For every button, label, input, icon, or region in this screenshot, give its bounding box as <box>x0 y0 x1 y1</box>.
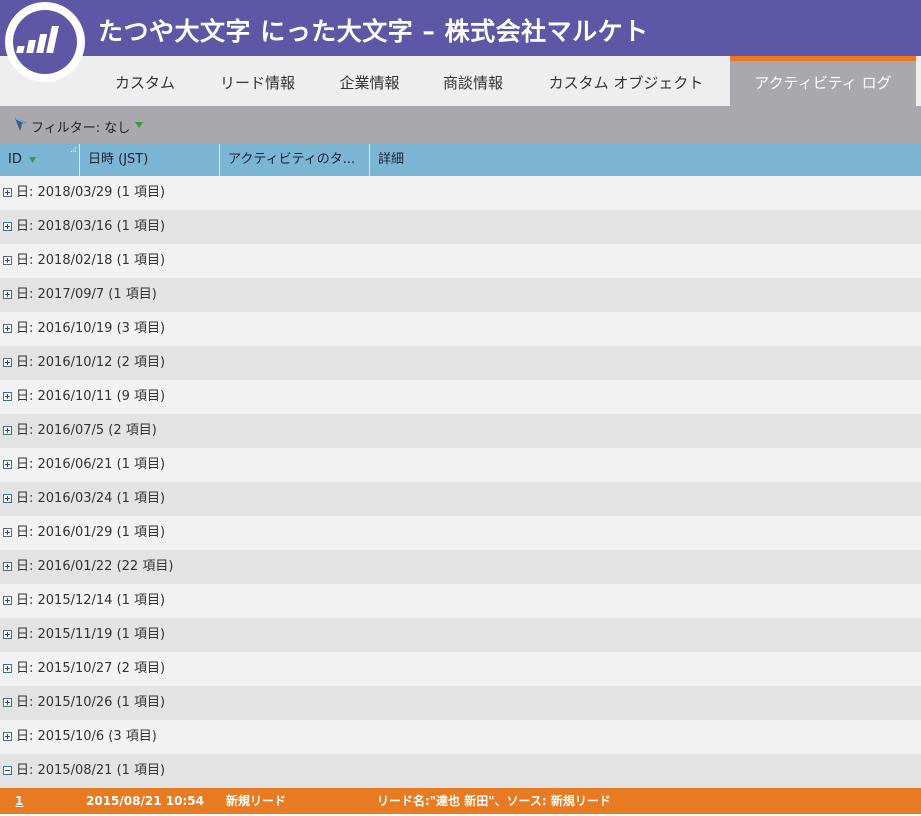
column-header-id[interactable]: ID <box>0 144 79 176</box>
group-label: 日: 2016/10/12 (2 項目) <box>16 355 166 370</box>
expand-icon[interactable] <box>3 630 12 639</box>
group-row[interactable]: 日: 2016/01/22 (22 項目) <box>0 550 921 584</box>
collapse-icon[interactable] <box>3 766 12 775</box>
group-row[interactable]: 日: 2018/02/18 (1 項目) <box>0 244 921 278</box>
group-row[interactable]: 日: 2015/11/19 (1 項目) <box>0 618 921 652</box>
group-label: 日: 2015/11/19 (1 項目) <box>16 627 166 642</box>
tab-company-info[interactable]: 企業情報 <box>322 56 417 106</box>
expand-icon[interactable] <box>3 562 12 571</box>
group-row[interactable]: 日: 2015/10/26 (1 項目) <box>0 686 921 720</box>
group-row[interactable]: 日: 2016/07/5 (2 項目) <box>0 414 921 448</box>
activity-id-link[interactable]: 1 <box>15 788 23 814</box>
group-row[interactable]: 日: 2015/10/27 (2 項目) <box>0 652 921 686</box>
group-label: 日: 2018/03/16 (1 項目) <box>16 219 166 234</box>
group-row[interactable]: 日: 2015/10/6 (3 項目) <box>0 720 921 754</box>
group-label: 日: 2017/09/7 (1 項目) <box>16 287 157 302</box>
tab-opportunity-info[interactable]: 商談情報 <box>428 56 518 106</box>
expand-icon[interactable] <box>3 494 12 503</box>
marketo-logo <box>5 2 85 82</box>
group-row[interactable]: 日: 2016/06/21 (1 項目) <box>0 448 921 482</box>
group-row[interactable]: 日: 2016/10/19 (3 項目) <box>0 312 921 346</box>
group-label: 日: 2015/08/21 (1 項目) <box>16 763 166 778</box>
group-row[interactable]: 日: 2016/01/29 (1 項目) <box>0 516 921 550</box>
group-row[interactable]: 日: 2018/03/29 (1 項目) <box>0 176 921 210</box>
tab-custom-object[interactable]: カスタム オブジェクト <box>530 56 722 106</box>
group-label: 日: 2015/10/26 (1 項目) <box>16 695 166 710</box>
expand-icon[interactable] <box>3 698 12 707</box>
expand-icon[interactable] <box>3 426 12 435</box>
expand-icon[interactable] <box>3 596 12 605</box>
expand-icon[interactable] <box>3 290 12 299</box>
expand-icon[interactable] <box>3 324 12 333</box>
expand-icon[interactable] <box>3 460 12 469</box>
tab-custom[interactable]: カスタム <box>100 56 190 106</box>
expand-icon[interactable] <box>3 188 12 197</box>
group-row[interactable]: 日: 2016/10/11 (9 項目) <box>0 380 921 414</box>
expand-icon[interactable] <box>3 664 12 673</box>
group-label: 日: 2016/10/11 (9 項目) <box>16 389 166 404</box>
column-header-activity-type[interactable]: アクティビティのタ... <box>219 144 369 176</box>
expand-icon[interactable] <box>3 222 12 231</box>
activity-type: 新規リード <box>226 794 287 808</box>
group-label: 日: 2015/10/27 (2 項目) <box>16 661 166 676</box>
column-resize-handle-icon[interactable] <box>69 147 77 155</box>
group-label: 日: 2016/07/5 (2 項目) <box>16 423 157 438</box>
group-row[interactable]: 日: 2016/10/12 (2 項目) <box>0 346 921 380</box>
expand-icon[interactable] <box>3 392 12 401</box>
group-row[interactable]: 日: 2016/03/24 (1 項目) <box>0 482 921 516</box>
group-label: 日: 2016/10/19 (3 項目) <box>16 321 166 336</box>
chevron-down-icon[interactable] <box>135 122 143 129</box>
group-label: 日: 2016/01/29 (1 項目) <box>16 525 166 540</box>
sort-down-icon[interactable] <box>29 156 36 163</box>
expand-icon[interactable] <box>3 528 12 537</box>
column-header-label: ID <box>8 152 22 167</box>
group-label: 日: 2015/12/14 (1 項目) <box>16 593 166 608</box>
filter-bar: フィルター: なし <box>0 106 921 144</box>
column-header-details[interactable]: 詳細 <box>369 144 921 176</box>
tab-activity-log[interactable]: アクティビティ ログ <box>730 56 916 106</box>
group-row-expanded[interactable]: 日: 2015/08/21 (1 項目) <box>0 754 921 788</box>
group-label: 日: 2016/03/24 (1 項目) <box>16 491 166 506</box>
tab-bar: カスタム リード情報 企業情報 商談情報 カスタム オブジェクト アクティビティ… <box>0 56 921 106</box>
group-row[interactable]: 日: 2015/12/14 (1 項目) <box>0 584 921 618</box>
logo-bars-icon <box>16 26 59 53</box>
page-title: たつや大文字 にった大文字 – 株式会社マルケト <box>98 17 649 46</box>
activity-row-selected[interactable]: 1 2015/08/21 10:54 新規リード リード名:"達也 新田"、ソー… <box>0 788 921 814</box>
expand-icon[interactable] <box>3 732 12 741</box>
group-label: 日: 2015/10/6 (3 項目) <box>16 729 157 744</box>
group-label: 日: 2018/03/29 (1 項目) <box>16 185 166 200</box>
app-header: たつや大文字 にった大文字 – 株式会社マルケト <box>0 0 921 56</box>
filter-funnel-icon[interactable] <box>13 117 29 133</box>
expand-icon[interactable] <box>3 358 12 367</box>
table-header: ID 日時 (JST) アクティビティのタ... 詳細 <box>0 144 921 176</box>
column-header-datetime[interactable]: 日時 (JST) <box>79 144 219 176</box>
group-row[interactable]: 日: 2018/03/16 (1 項目) <box>0 210 921 244</box>
group-label: 日: 2016/06/21 (1 項目) <box>16 457 166 472</box>
activity-group-list: 日: 2018/03/29 (1 項目) 日: 2018/03/16 (1 項目… <box>0 176 921 788</box>
group-label: 日: 2018/02/18 (1 項目) <box>16 253 166 268</box>
expand-icon[interactable] <box>3 256 12 265</box>
group-row[interactable]: 日: 2017/09/7 (1 項目) <box>0 278 921 312</box>
tab-lead-info[interactable]: リード情報 <box>205 56 310 106</box>
activity-details: リード名:"達也 新田"、ソース: 新規リード <box>377 794 611 808</box>
filter-label[interactable]: フィルター: なし <box>31 117 130 136</box>
activity-datetime: 2015/08/21 10:54 <box>86 794 204 808</box>
group-label: 日: 2016/01/22 (22 項目) <box>16 559 174 574</box>
